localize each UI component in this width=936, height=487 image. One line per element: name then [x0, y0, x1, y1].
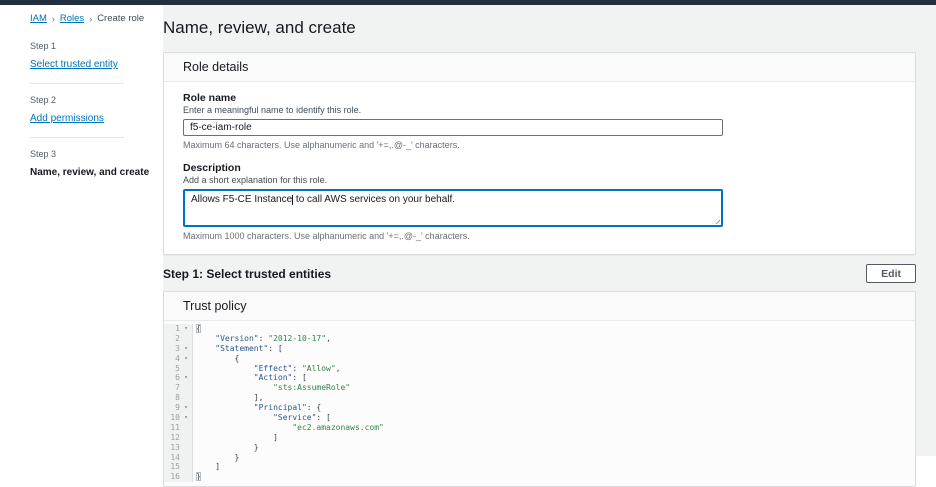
- code-line: 11 "ec2.amazonaws.com": [164, 423, 915, 433]
- trust-policy-editor[interactable]: 1▾{2 "Version": "2012-10-17",3▾ "Stateme…: [164, 321, 915, 482]
- step-1-number: Step 1: [30, 41, 154, 51]
- fold-toggle-icon[interactable]: ▾: [180, 413, 192, 423]
- line-number: 3: [164, 344, 180, 354]
- breadcrumb-link-roles[interactable]: Roles: [60, 13, 84, 24]
- role-details-header: Role details: [164, 53, 915, 82]
- wizard-steps-nav: Step 1 Select trusted entity Step 2 Add …: [30, 41, 163, 180]
- code-line: 9▾ "Principal": {: [164, 403, 915, 413]
- step1-section-title: Step 1: Select trusted entities: [163, 267, 331, 281]
- sidebar-step-1: Step 1 Select trusted entity: [30, 41, 154, 72]
- trust-policy-card: Trust policy 1▾{2 "Version": "2012-10-17…: [163, 291, 916, 487]
- role-details-body: Role name Enter a meaningful name to ide…: [164, 82, 915, 254]
- divider: [30, 83, 124, 84]
- description-constraint: Maximum 1000 characters. Use alphanumeri…: [183, 231, 896, 241]
- breadcrumb: IAM › Roles › Create role: [30, 13, 163, 24]
- code-line: 14 }: [164, 453, 915, 463]
- code-line: 15 ]: [164, 462, 915, 472]
- page-layout: IAM › Roles › Create role Step 1 Select …: [0, 5, 936, 456]
- description-textarea[interactable]: Allows F5-CE Instance to call AWS servic…: [183, 189, 723, 227]
- description-description: Add a short explanation for this role.: [183, 175, 896, 185]
- sidebar-step-2: Step 2 Add permissions: [30, 95, 154, 126]
- page-title: Name, review, and create: [163, 18, 916, 38]
- line-number: 9: [164, 403, 180, 413]
- code-line: 16}: [164, 472, 915, 482]
- sidebar-item-select-trusted-entity[interactable]: Select trusted entity: [30, 59, 118, 70]
- fold-toggle-icon[interactable]: ▾: [180, 324, 192, 334]
- step1-section-row: Step 1: Select trusted entities Edit: [163, 264, 916, 283]
- line-number: 11: [164, 423, 180, 433]
- line-number: 6: [164, 373, 180, 383]
- line-number: 14: [164, 453, 180, 463]
- edit-button[interactable]: Edit: [866, 264, 916, 283]
- code-lines: 1▾{2 "Version": "2012-10-17",3▾ "Stateme…: [164, 324, 915, 482]
- breadcrumb-separator-icon: ›: [52, 14, 55, 24]
- line-number: 13: [164, 443, 180, 453]
- role-name-input[interactable]: [183, 119, 723, 136]
- code-line: 3▾ "Statement": [: [164, 344, 915, 354]
- main-content: Name, review, and create Role details Ro…: [163, 5, 936, 456]
- resize-handle[interactable]: [712, 216, 720, 224]
- left-column: IAM › Roles › Create role Step 1 Select …: [0, 5, 163, 456]
- code-line: 7 "sts:AssumeRole": [164, 383, 915, 393]
- code-line: 12 ]: [164, 433, 915, 443]
- fold-toggle-icon[interactable]: ▾: [180, 373, 192, 383]
- code-line: 2 "Version": "2012-10-17",: [164, 334, 915, 344]
- sidebar-step-3: Step 3 Name, review, and create: [30, 149, 154, 180]
- code-line: 6▾ "Action": [: [164, 373, 915, 383]
- description-text-before-cursor: Allows F5-CE Instance: [191, 194, 292, 205]
- step-2-number: Step 2: [30, 95, 154, 105]
- code-line: 1▾{: [164, 324, 915, 334]
- role-name-description: Enter a meaningful name to identify this…: [183, 105, 896, 115]
- line-number: 10: [164, 413, 180, 423]
- trust-policy-header: Trust policy: [164, 292, 915, 321]
- breadcrumb-link-iam[interactable]: IAM: [30, 13, 47, 24]
- description-label: Description: [183, 162, 896, 174]
- line-number: 1: [164, 324, 180, 334]
- description-text-after-cursor: to call AWS services on your behalf.: [293, 194, 455, 205]
- role-name-constraint: Maximum 64 characters. Use alphanumeric …: [183, 140, 896, 150]
- divider: [30, 137, 124, 138]
- code-line: 4▾ {: [164, 354, 915, 364]
- line-number: 4: [164, 354, 180, 364]
- role-details-card: Role details Role name Enter a meaningfu…: [163, 52, 916, 255]
- step-3-number: Step 3: [30, 149, 154, 159]
- breadcrumb-separator-icon: ›: [89, 14, 92, 24]
- sidebar-item-add-permissions[interactable]: Add permissions: [30, 113, 104, 124]
- breadcrumb-current: Create role: [97, 13, 144, 24]
- line-number: 7: [164, 383, 180, 393]
- description-field-group: Description Add a short explanation for …: [183, 162, 896, 241]
- code-line: 13 }: [164, 443, 915, 453]
- fold-toggle-icon[interactable]: ▾: [180, 354, 192, 364]
- fold-toggle-icon[interactable]: ▾: [180, 403, 192, 413]
- line-number: 5: [164, 364, 180, 374]
- code-line: 10▾ "Service": [: [164, 413, 915, 423]
- line-number: 15: [164, 462, 180, 472]
- role-name-label: Role name: [183, 92, 896, 104]
- role-name-field-group: Role name Enter a meaningful name to ide…: [183, 92, 896, 150]
- sidebar-item-name-review-create: Name, review, and create: [30, 167, 149, 178]
- line-number: 12: [164, 433, 180, 443]
- code-line: 8 ],: [164, 393, 915, 403]
- line-number: 16: [164, 472, 180, 482]
- fold-toggle-icon[interactable]: ▾: [180, 344, 192, 354]
- line-number: 8: [164, 393, 180, 403]
- code-line: 5 "Effect": "Allow",: [164, 364, 915, 374]
- line-number: 2: [164, 334, 180, 344]
